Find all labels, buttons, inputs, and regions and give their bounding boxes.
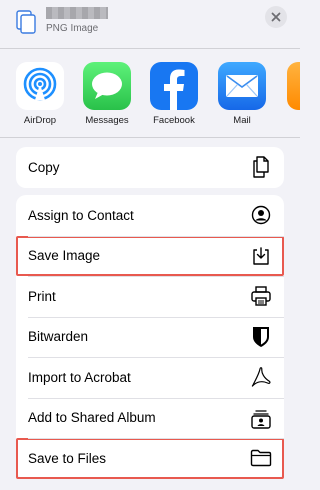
actions-group-main: Assign to Contact Save Image Print Bitwa… bbox=[16, 195, 284, 479]
app-airdrop[interactable]: AirDrop bbox=[13, 62, 67, 126]
share-sheet: PNG Image AirDrop Messages Facebook Mail… bbox=[0, 0, 300, 490]
acrobat-icon bbox=[250, 366, 272, 388]
action-label: Save to Files bbox=[28, 450, 107, 466]
action-print[interactable]: Print bbox=[16, 276, 284, 317]
bitwarden-shield-icon bbox=[250, 326, 272, 348]
file-thumbnail-icon bbox=[16, 10, 36, 34]
mail-icon bbox=[218, 62, 266, 110]
airdrop-icon bbox=[16, 62, 64, 110]
file-type-label: PNG Image bbox=[46, 23, 99, 34]
apps-divider bbox=[0, 137, 300, 138]
partial-app-icon bbox=[287, 62, 300, 110]
action-save-image[interactable]: Save Image bbox=[16, 235, 284, 276]
action-label: Assign to Contact bbox=[28, 207, 134, 223]
action-bitwarden[interactable]: Bitwarden bbox=[16, 316, 284, 358]
messages-icon bbox=[83, 62, 131, 110]
app-mail[interactable]: Mail bbox=[215, 62, 269, 126]
app-more-partial[interactable] bbox=[284, 62, 300, 110]
app-label: Messages bbox=[85, 115, 129, 126]
folder-icon bbox=[250, 447, 272, 469]
app-facebook[interactable]: Facebook bbox=[147, 62, 201, 126]
printer-icon bbox=[250, 285, 272, 307]
copy-icon bbox=[250, 156, 272, 178]
action-save-to-files[interactable]: Save to Files bbox=[16, 438, 284, 479]
action-label: Copy bbox=[28, 159, 60, 175]
action-import-to-acrobat[interactable]: Import to Acrobat bbox=[16, 357, 284, 398]
save-image-icon bbox=[250, 245, 272, 267]
app-label: Facebook bbox=[153, 115, 195, 126]
header-divider bbox=[0, 48, 300, 49]
action-label: Import to Acrobat bbox=[28, 369, 131, 385]
close-icon bbox=[271, 12, 281, 22]
action-copy[interactable]: Copy bbox=[16, 147, 284, 188]
file-name-redacted bbox=[46, 7, 108, 19]
app-label: AirDrop bbox=[23, 115, 57, 126]
contact-icon bbox=[250, 204, 272, 226]
share-header: PNG Image bbox=[0, 0, 300, 44]
action-assign-to-contact[interactable]: Assign to Contact bbox=[16, 195, 284, 236]
app-messages[interactable]: Messages bbox=[80, 62, 134, 126]
action-label: Add to Shared Album bbox=[28, 410, 156, 426]
shared-album-icon bbox=[250, 407, 272, 429]
close-button[interactable] bbox=[265, 6, 287, 28]
actions-group-copy: Copy bbox=[16, 147, 284, 188]
action-label: Bitwarden bbox=[28, 329, 89, 345]
facebook-icon bbox=[150, 62, 198, 110]
action-label: Save Image bbox=[28, 248, 101, 264]
share-apps-row[interactable]: AirDrop Messages Facebook Mail bbox=[0, 56, 300, 136]
action-label: Print bbox=[28, 288, 56, 304]
action-add-to-shared-album[interactable]: Add to Shared Album bbox=[16, 397, 284, 439]
app-label: Mail bbox=[233, 115, 251, 126]
